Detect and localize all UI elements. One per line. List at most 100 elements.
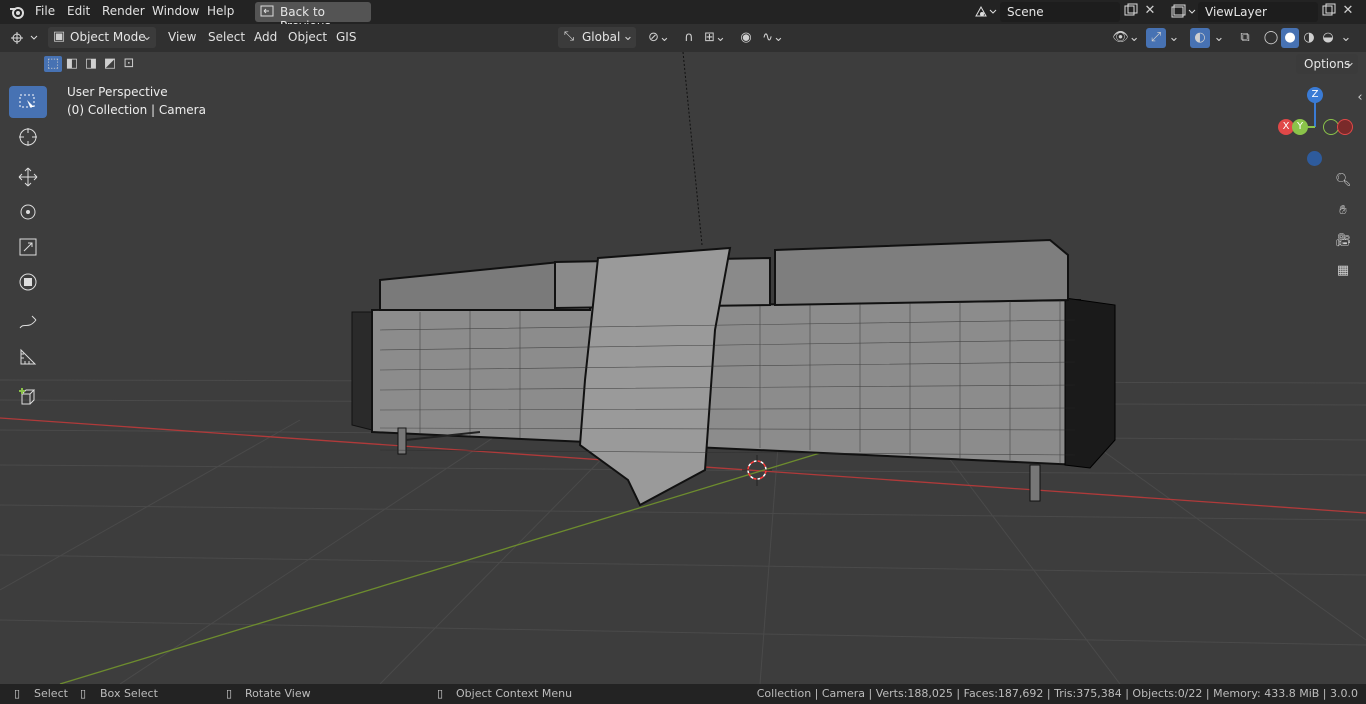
select-intersect-icon[interactable]: ⊡ [120,56,138,72]
menu-help[interactable]: Help [207,4,234,18]
select-mode-row: ⬚ ◧ ◨ ◩ ⊡ [44,56,140,74]
z-axis-ball[interactable]: Z [1307,87,1323,103]
menu-select[interactable]: Select [208,30,245,44]
menu-render[interactable]: Render [102,4,145,18]
menu-gis[interactable]: GIS [336,30,356,44]
status-rotate-view: Rotate View [245,687,311,700]
cursor-tool[interactable] [9,121,47,153]
gizmo-toggle[interactable]: ⤢ [1146,28,1166,48]
select-new-icon[interactable]: ⬚ [44,56,62,72]
chevron-down-icon: ⌄ [1344,55,1356,70]
menu-add[interactable]: Add [254,30,277,44]
neg-z-axis-ball[interactable] [1307,151,1322,166]
y-axis-ball[interactable]: Y [1292,119,1308,135]
transform-tool[interactable] [9,266,47,298]
perspective-toggle-button[interactable]: ▦ [1330,258,1356,284]
snap-icon[interactable]: ∩ [680,30,698,46]
camera-icon: 🎥︎ [1335,233,1352,248]
zoom-icon: 🔍︎ [1335,173,1352,188]
chevron-down-icon[interactable]: ⌄ [1340,30,1352,46]
sofa-mesh [351,238,1116,507]
menu-window[interactable]: Window [152,4,199,18]
move-icon [18,167,38,187]
rendered-shading-icon[interactable]: ◒ [1320,30,1336,46]
options-dropdown[interactable]: Options ⌄ [1296,54,1358,74]
back-icon [260,4,274,23]
blender-logo-icon[interactable] [8,4,26,25]
gizmo-icon: ⤢ [1150,30,1162,45]
overlay-icon: ◐ [1194,30,1206,45]
measure-tool[interactable] [9,341,47,373]
mouse-right-icon: ▯ [436,687,444,700]
chevron-down-icon: ⌄ [622,29,634,44]
orientation-label: Global [582,30,621,44]
status-bar: ▯ Select ▯ Box Select ▯ Rotate View ▯ Ob… [0,684,1366,704]
falloff-icon[interactable]: ∿⌄ [758,30,788,46]
material-preview-icon[interactable]: ◑ [1301,30,1317,46]
menu-file[interactable]: File [35,4,55,18]
mouse-middle-icon: ▯ [225,687,233,700]
object-mode-icon: ▣ [52,29,66,44]
hand-icon: ✋︎ [1339,203,1347,218]
mode-dropdown[interactable]: ▣ Object Mode ⌄ [48,27,156,48]
view-layer-icon[interactable] [1169,4,1197,25]
transform-orientation-dropdown[interactable]: ⤡ Global ⌄ [558,27,636,48]
visibility-icon[interactable]: 👁⌄ [1112,30,1140,46]
y-axis-line [59,449,831,684]
scene-icon[interactable] [972,4,998,25]
select-extend-icon[interactable]: ◧ [63,56,81,72]
snap-target-icon[interactable]: ⊞⌄ [700,30,730,46]
perspective-label: User Perspective [67,85,168,99]
close-scene-icon[interactable]: ✕ [1142,3,1158,19]
overlay-toggle[interactable]: ◐ [1190,28,1210,48]
view-layer-name: ViewLayer [1205,5,1267,19]
menu-object[interactable]: Object [288,30,327,44]
pivot-point-icon[interactable]: ⊘⌄ [644,30,674,46]
editor-type-icon[interactable] [8,30,42,51]
mode-label: Object Mode [70,30,146,44]
menu-edit[interactable]: Edit [67,4,90,18]
camera-line [682,52,703,246]
close-view-layer-icon[interactable]: ✕ [1340,3,1356,19]
select-box-icon [19,94,35,108]
status-context-menu: Object Context Menu [456,687,573,700]
rotate-tool[interactable] [9,196,47,228]
navigation-gizmo[interactable]: Z X Y [1276,86,1356,166]
scale-tool[interactable] [9,231,47,263]
zoom-button[interactable]: 🔍︎ [1330,168,1356,194]
pan-button[interactable]: ✋︎ [1330,198,1356,224]
chevron-down-icon[interactable]: ⌄ [1168,30,1180,46]
select-box-tool[interactable] [9,86,47,118]
orientation-icon: ⤡ [563,29,575,44]
new-view-layer-icon[interactable] [1320,3,1338,22]
wireframe-shading-icon[interactable]: ◯ [1263,30,1279,46]
select-invert-icon[interactable]: ◩ [101,56,119,72]
chevron-down-icon[interactable]: ⌄ [1213,30,1225,46]
back-to-previous-button[interactable]: Back to Previous [255,2,371,33]
xray-icon[interactable]: ⧉ [1237,30,1253,46]
scene-name: Scene [1007,5,1044,19]
annotate-icon [19,315,37,329]
add-cube-icon [19,388,36,405]
collapse-sidebar-icon[interactable]: ‹ [1354,90,1366,106]
new-scene-icon[interactable] [1122,3,1140,22]
add-cube-tool[interactable] [9,381,47,413]
view-layer-field[interactable]: ViewLayer [1198,2,1318,22]
3d-viewport[interactable]: User Perspective (0) Collection | Camera… [0,52,1366,684]
neg-x-axis-ball[interactable] [1337,119,1353,135]
scene-name-field[interactable]: Scene [1000,2,1120,22]
rotate-icon [20,204,36,220]
annotate-tool[interactable] [9,306,47,338]
camera-view-button[interactable]: 🎥︎ [1330,228,1356,254]
proportional-editing-icon[interactable]: ◉ [738,30,754,46]
mouse-drag-icon: ▯ [79,687,87,700]
solid-shading-icon: ● [1284,30,1296,45]
status-stats: Collection | Camera | Verts:188,025 | Fa… [756,687,1358,700]
solid-shading-button[interactable]: ● [1281,28,1299,48]
move-tool[interactable] [9,161,47,193]
collection-info-label: (0) Collection | Camera [67,103,206,117]
menu-view[interactable]: View [168,30,196,44]
select-subtract-icon[interactable]: ◨ [82,56,100,72]
chevron-down-icon: ⌄ [141,29,153,44]
cursor-icon [19,128,37,146]
